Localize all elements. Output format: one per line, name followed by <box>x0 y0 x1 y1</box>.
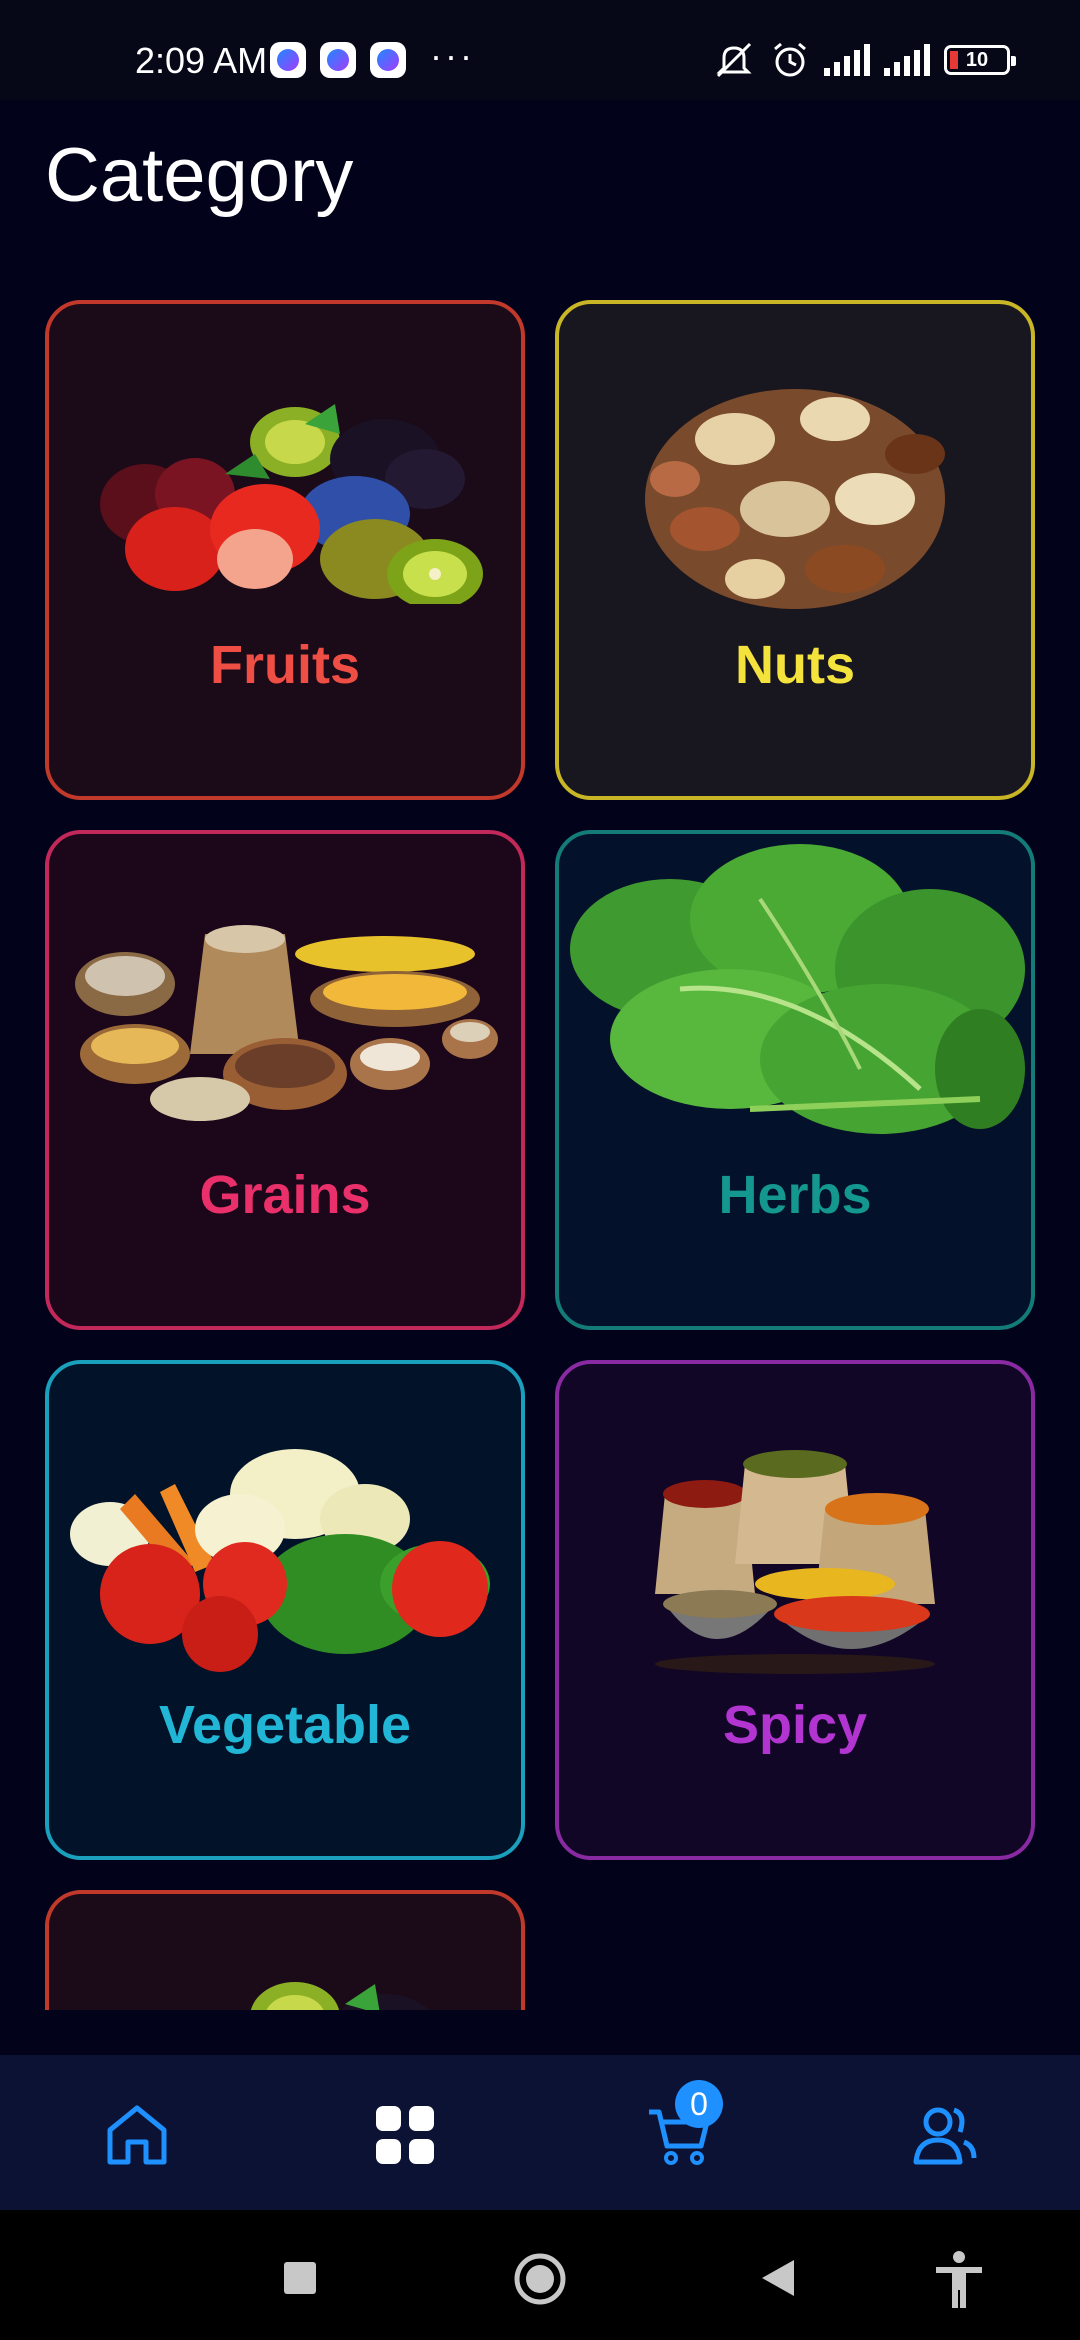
alarm-icon <box>774 42 806 77</box>
status-bar: 2:09 AM ··· 10 <box>0 0 1080 100</box>
category-label: Nuts <box>735 635 855 695</box>
spicy-image <box>559 1404 1031 1704</box>
messenger-icon <box>270 42 306 78</box>
fruits-image <box>49 1959 521 2010</box>
nav-users-button[interactable] <box>910 2100 980 2170</box>
nav-home-button[interactable] <box>102 2100 172 2170</box>
category-label: Spicy <box>722 1695 868 1755</box>
fruits-image <box>49 344 521 644</box>
nav-categories-button[interactable] <box>370 2100 440 2170</box>
system-back-button[interactable] <box>760 2258 796 2303</box>
category-label: Fruits <box>209 635 360 695</box>
battery-icon: 10 <box>944 45 1016 75</box>
status-right-icons: 10 <box>712 40 1016 80</box>
page-title: Category <box>45 133 354 218</box>
system-nav-bar <box>0 2210 1080 2340</box>
home-icon <box>107 2105 167 2165</box>
system-home-button[interactable] <box>513 2252 567 2311</box>
users-icon <box>913 2107 977 2165</box>
category-card-grains[interactable]: Grains <box>45 830 525 1330</box>
recents-button[interactable] <box>282 2260 318 2301</box>
category-label: Herbs <box>718 1165 872 1225</box>
nav-cart-button[interactable]: 0 <box>645 2080 723 2170</box>
messenger-icon <box>320 42 356 78</box>
back-icon <box>762 2260 794 2296</box>
category-card-fruits[interactable]: Fruits <box>45 300 525 800</box>
category-label: Vegetable <box>158 1695 412 1755</box>
muted-bell-icon <box>716 42 752 78</box>
cart-count-badge: 0 <box>675 2080 723 2128</box>
scroll-clip <box>0 2010 1080 2055</box>
recents-icon <box>284 2262 316 2294</box>
messenger-icon <box>370 42 406 78</box>
categories-icon <box>376 2106 434 2164</box>
grains-image <box>49 874 521 1174</box>
signal-icon <box>884 44 930 76</box>
bottom-nav: 0 <box>0 2055 1080 2210</box>
herbs-image <box>559 839 1031 1159</box>
nuts-image <box>559 344 1031 644</box>
accessibility-button[interactable] <box>932 2250 986 2315</box>
more-notifications-icon: ··· <box>430 35 475 76</box>
category-card-spicy[interactable]: Spicy <box>555 1360 1035 1860</box>
status-time: 2:09 AM <box>135 40 268 81</box>
home-circle-icon <box>514 2253 566 2305</box>
category-card-nuts[interactable]: Nuts <box>555 300 1035 800</box>
category-card-vegetable[interactable]: Vegetable <box>45 1360 525 1860</box>
category-label: Grains <box>199 1165 371 1225</box>
accessibility-icon <box>936 2251 982 2308</box>
category-card-herbs[interactable]: Herbs <box>555 830 1035 1330</box>
category-card-partial[interactable] <box>45 1890 525 2010</box>
signal-icon <box>824 44 870 76</box>
vegetable-image <box>49 1404 521 1704</box>
